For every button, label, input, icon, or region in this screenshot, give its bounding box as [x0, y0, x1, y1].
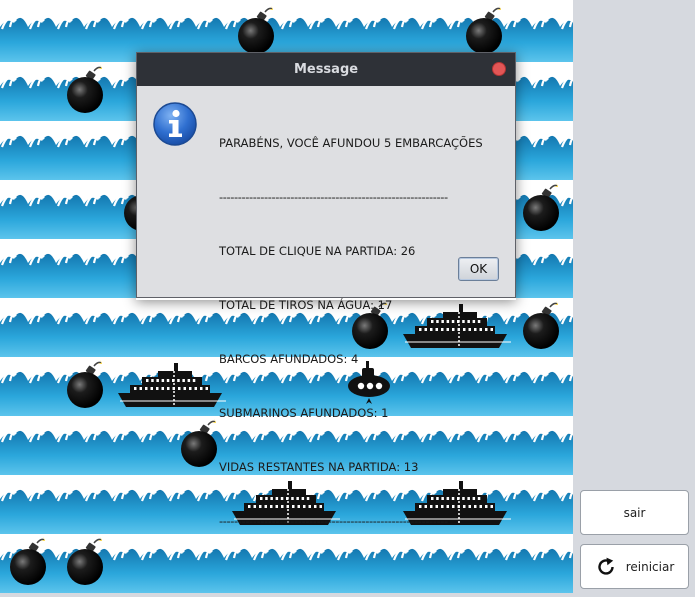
exit-button[interactable]: sair [580, 490, 689, 535]
bomb-icon[interactable] [57, 357, 114, 416]
dialog-separator-bottom: ----------------------------------------… [219, 514, 448, 528]
refresh-icon [595, 556, 617, 578]
stat-water-shots: TOTAL DE TIROS NA ÁGUA: 17 [219, 298, 393, 312]
ok-button-label: OK [469, 262, 488, 276]
dialog-title: Message [293, 62, 359, 77]
bomb-icon[interactable] [57, 62, 114, 121]
ship-icon[interactable] [114, 357, 228, 416]
dialog-title-bar: Message [137, 53, 515, 86]
bomb-icon[interactable] [57, 534, 114, 593]
restart-button[interactable]: reiniciar [580, 544, 689, 589]
stat-submarines-sunk: SUBMARINOS AFUNDADOS: 1 [219, 406, 389, 420]
message-dialog: Message PARABÉNS, VOCÊ AFUNDOU 5 EMBARCA… [136, 52, 516, 528]
dialog-heading: PARABÉNS, VOCÊ AFUNDOU 5 EMBARCAÇÕES [219, 136, 483, 150]
bomb-icon[interactable] [513, 180, 570, 239]
bomb-icon[interactable] [0, 534, 57, 593]
stat-lives-left: VIDAS RESTANTES NA PARTIDA: 13 [219, 460, 419, 474]
dialog-message: PARABÉNS, VOCÊ AFUNDOU 5 EMBARCAÇÕES ---… [219, 98, 504, 566]
dialog-separator-top: ----------------------------------------… [219, 190, 448, 204]
exit-button-label: sair [623, 505, 646, 520]
stat-ships-sunk: BARCOS AFUNDADOS: 4 [219, 352, 359, 366]
restart-button-label: reiniciar [625, 559, 675, 574]
info-icon [152, 101, 198, 151]
bomb-icon[interactable] [513, 298, 570, 357]
ok-button[interactable]: OK [458, 257, 499, 281]
close-icon[interactable] [492, 62, 506, 76]
